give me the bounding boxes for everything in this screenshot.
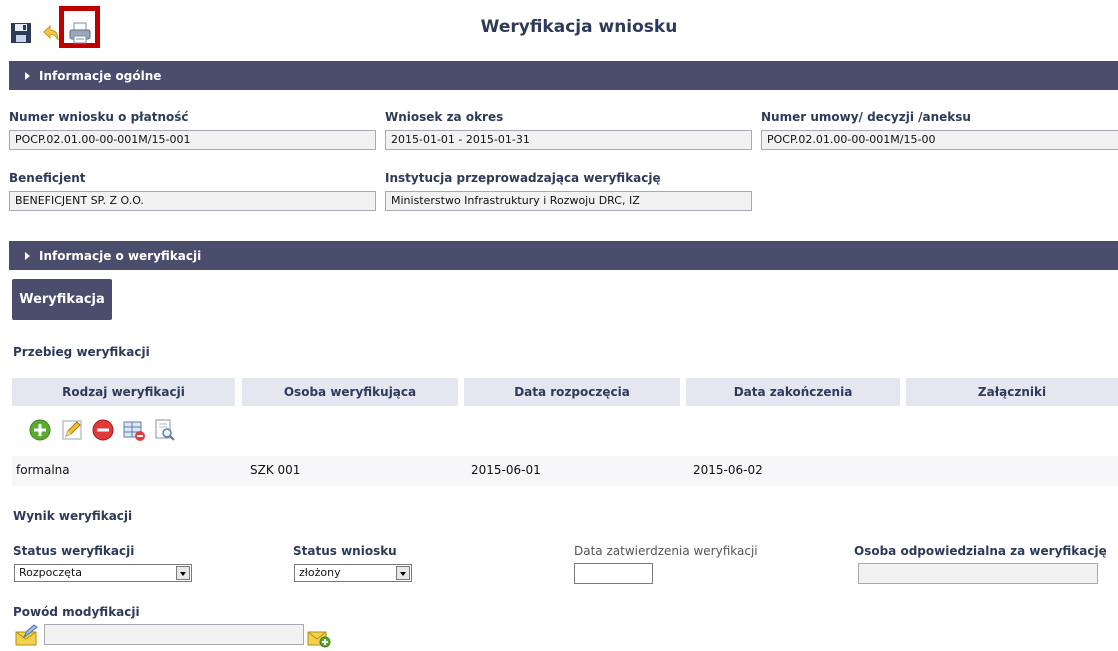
expand-triangle-icon xyxy=(25,251,30,260)
edit-icon[interactable] xyxy=(60,418,84,442)
contract-number-label: Numer umowy/ decyzji /aneksu xyxy=(761,110,971,124)
section-verification-header[interactable]: Informacje o weryfikacji xyxy=(9,241,1118,270)
payment-number-label: Numer wniosku o płatność xyxy=(9,110,189,124)
add-note-icon[interactable] xyxy=(307,626,331,648)
column-header-attachments: Załączniki xyxy=(906,378,1118,406)
history-heading: Przebieg weryfikacji xyxy=(13,345,150,359)
status-application-label: Status wniosku xyxy=(293,544,397,558)
institution-label: Instytucja przeprowadzająca weryfikację xyxy=(385,171,661,185)
approval-date-input[interactable] xyxy=(574,563,653,584)
responsible-person-label: Osoba odpowiedzialna za weryfikację xyxy=(854,544,1107,558)
row-type: formalna xyxy=(16,463,70,477)
period-field: 2015-01-01 - 2015-01-31 xyxy=(385,130,752,150)
table-row[interactable] xyxy=(12,456,1118,486)
page-title: Weryfikacja wniosku xyxy=(480,17,678,37)
column-header-type: Rodzaj weryfikacji xyxy=(12,378,235,406)
expand-triangle-icon xyxy=(25,71,30,80)
status-verification-label: Status weryfikacji xyxy=(13,544,135,558)
chevron-down-icon xyxy=(176,566,190,580)
section-general-header[interactable]: Informacje ogólne xyxy=(9,61,1118,90)
period-label: Wniosek za okres xyxy=(385,110,504,124)
payment-number-field: POCP.02.01.00-00-001M/15-001 xyxy=(9,130,376,150)
add-icon[interactable] xyxy=(28,418,52,442)
column-header-start-date: Data rozpoczęcia xyxy=(464,378,680,406)
tab-verification[interactable]: Weryfikacja xyxy=(12,279,112,320)
row-end-date: 2015-06-02 xyxy=(693,463,763,477)
approval-date-label: Data zatwierdzenia weryfikacji xyxy=(574,544,758,558)
status-application-value: złożony xyxy=(299,566,341,579)
beneficiary-label: Beneficjent xyxy=(9,171,86,185)
institution-field: Ministerstwo Infrastruktury i Rozwoju DR… xyxy=(385,191,752,211)
delete-icon[interactable] xyxy=(91,418,115,442)
preview-icon[interactable] xyxy=(153,418,177,442)
edit-note-icon[interactable] xyxy=(15,624,39,646)
section-verification-title: Informacje o weryfikacji xyxy=(39,248,202,263)
section-general-title: Informacje ogólne xyxy=(39,68,162,83)
responsible-person-field xyxy=(858,563,1098,584)
column-header-person: Osoba weryfikująca xyxy=(242,378,458,406)
chevron-down-icon xyxy=(396,566,410,580)
status-application-select[interactable]: złożony xyxy=(294,564,412,582)
table-delete-icon[interactable] xyxy=(122,418,146,442)
modification-reason-label: Powód modyfikacji xyxy=(13,605,140,619)
row-start-date: 2015-06-01 xyxy=(471,463,541,477)
row-person: SZK 001 xyxy=(250,463,301,477)
modification-reason-field xyxy=(44,624,304,645)
result-heading: Wynik weryfikacji xyxy=(13,509,133,523)
contract-number-field: POCP.02.01.00-00-001M/15-00 xyxy=(761,130,1118,150)
column-header-end-date: Data zakończenia xyxy=(686,378,900,406)
status-verification-select[interactable]: Rozpoczęta xyxy=(14,564,192,582)
beneficiary-field: BENEFICJENT SP. Z O.O. xyxy=(9,191,376,211)
status-verification-value: Rozpoczęta xyxy=(19,566,83,579)
